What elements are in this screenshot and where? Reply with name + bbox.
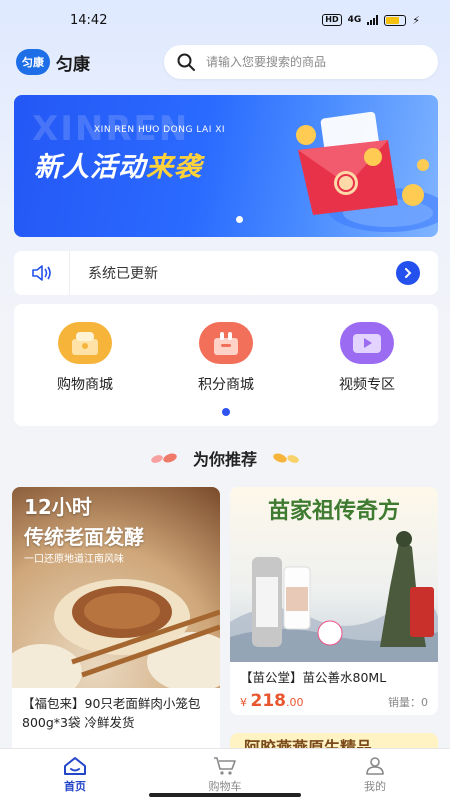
image-caption-line1: 12小时: [24, 495, 92, 519]
home-indicator[interactable]: [149, 793, 301, 797]
banner-title-main: 新人活动: [34, 152, 146, 183]
network-label: 4G: [347, 15, 362, 25]
category-label: 视频专区: [339, 377, 395, 393]
banner-subtitle: XIN REN HUO DONG LAI XI: [94, 125, 226, 135]
battery-icon: [384, 14, 407, 26]
header: 匀康 匀康: [16, 44, 438, 80]
recommend-heading: 为你推荐: [0, 446, 450, 470]
category-label: 购物商城: [57, 377, 113, 393]
decor-leaf-right-icon: [273, 453, 299, 463]
banner-pager-dot[interactable]: [236, 216, 243, 223]
product-name: 【苗公堂】苗公善水80ML: [240, 670, 387, 685]
tab-profile[interactable]: 我的: [300, 749, 450, 800]
red-envelope-illustration-icon: [296, 111, 438, 232]
app-logo: 匀康 匀康: [16, 49, 166, 75]
shopping-mall-icon: [58, 322, 112, 364]
profile-icon: [366, 756, 384, 775]
price-symbol: ¥: [240, 696, 247, 709]
category-video-zone[interactable]: 视频专区: [312, 322, 422, 394]
recommend-title: 为你推荐: [192, 450, 257, 469]
app-name: 匀康: [56, 54, 90, 75]
tab-label: 购物车: [208, 779, 242, 793]
price-decimal: .00: [286, 696, 304, 709]
charging-icon: ⚡: [412, 13, 420, 27]
image-caption-line3: 一口还原地道江南风味: [24, 554, 124, 565]
video-zone-icon: [340, 322, 394, 364]
logo-mark-text: 匀康: [22, 56, 44, 69]
hd-icon: HD: [322, 14, 342, 26]
search-icon: [177, 53, 195, 71]
image-caption-line2: 传统老面发酵: [24, 525, 144, 549]
image-caption: 苗家祖传奇方: [267, 498, 400, 524]
search-bar[interactable]: [164, 45, 438, 79]
banner-title-highlight: 来袭: [146, 152, 202, 183]
status-bar: 14:42 HD 4G ⚡: [0, 0, 450, 40]
tab-home[interactable]: 首页: [0, 749, 150, 800]
bun-illustration-icon: [12, 579, 220, 688]
category-points-mall[interactable]: 积分商城: [171, 322, 281, 394]
product-card[interactable]: 苗家祖传奇方 【苗公堂】苗公善水80ML ¥ 218.00 销量：0: [230, 487, 438, 715]
category-label: 积分商城: [198, 377, 254, 393]
product-card[interactable]: 12小时 传统老面发酵 一口还原地道江南风味 【福包来】90只老面鲜肉小笼包80…: [12, 487, 220, 757]
points-mall-icon: [199, 322, 253, 364]
category-shopping-mall[interactable]: 购物商城: [30, 322, 140, 394]
decor-leaf-left-icon: [151, 453, 177, 463]
signal-icon: [367, 15, 379, 25]
notice-bar[interactable]: 系统已更新: [14, 251, 438, 295]
status-icons: HD 4G ⚡: [322, 14, 420, 27]
price-integer: 218: [250, 691, 287, 711]
product-name: 【福包来】90只老面鲜肉小笼包800g*3袋 冷鲜发货: [22, 696, 201, 730]
tab-label: 我的: [364, 779, 386, 793]
product-price: ¥ 218.00: [240, 691, 304, 711]
banner-title: 新人活动来袭: [34, 145, 202, 184]
product-bottle-illustration-icon: [230, 531, 438, 662]
category-panel: 购物商城 积分商城 视频专区: [14, 304, 438, 426]
tab-label: 首页: [64, 779, 86, 793]
category-pager-dot[interactable]: [222, 408, 230, 416]
home-icon: [64, 756, 86, 775]
logo-mark-icon: 匀康: [16, 49, 50, 75]
cart-icon: [214, 756, 236, 775]
price-row: ¥ 218.00 销量：0: [230, 687, 438, 715]
notice-text: 系统已更新: [88, 266, 158, 282]
product-image: 苗家祖传奇方: [230, 487, 438, 662]
sales-count: 销量：0: [388, 696, 428, 709]
status-time: 14:42: [70, 12, 108, 28]
chevron-right-icon[interactable]: [396, 261, 420, 285]
product-image: 12小时 传统老面发酵 一口还原地道江南风味: [12, 487, 220, 688]
search-input[interactable]: [206, 55, 426, 69]
promo-banner[interactable]: XINREN XIN REN HUO DONG LAI XI 新人活动来袭: [14, 95, 438, 237]
speaker-icon: [14, 251, 70, 295]
